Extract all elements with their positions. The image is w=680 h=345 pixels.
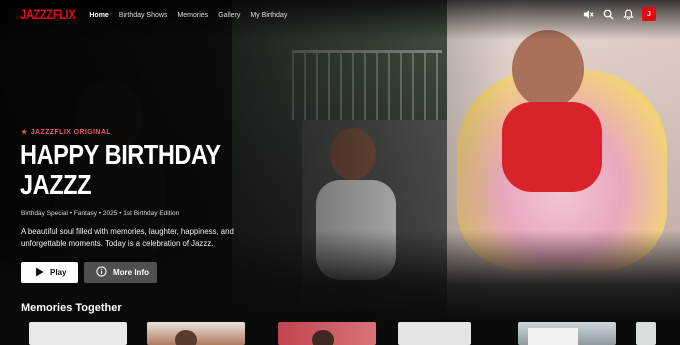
brand-logo[interactable]: JAZZZFLIX bbox=[20, 8, 76, 23]
original-badge-label: JAZZZFLIX ORIGINAL bbox=[30, 128, 111, 136]
nav-link-my-birthday[interactable]: My Birthday bbox=[250, 12, 287, 19]
hero-meta: Birthday Special • Fantasy • 2025 • 1st … bbox=[21, 210, 180, 217]
original-badge: ★ JAZZZFLIX ORIGINAL bbox=[21, 128, 111, 137]
info-icon bbox=[96, 266, 107, 279]
hero-title-line-1: HAPPY BIRTHDAY bbox=[20, 139, 221, 170]
play-button[interactable]: Play bbox=[21, 262, 78, 283]
hero-title: HAPPY BIRTHDAY JAZZZ bbox=[20, 140, 222, 200]
volume-mute-icon[interactable] bbox=[582, 8, 594, 20]
more-info-button[interactable]: More Info bbox=[84, 262, 157, 283]
bell-icon[interactable] bbox=[622, 8, 634, 20]
memory-thumbnail[interactable] bbox=[398, 322, 471, 345]
hero-title-line-2: JAZZZ bbox=[20, 169, 92, 200]
memory-thumbnail[interactable] bbox=[29, 322, 127, 345]
memory-thumbnail[interactable] bbox=[518, 322, 616, 345]
nav-actions: J bbox=[582, 7, 656, 21]
memory-thumbnail[interactable] bbox=[636, 322, 656, 345]
nav-link-gallery[interactable]: Gallery bbox=[218, 12, 240, 19]
star-icon: ★ bbox=[21, 129, 28, 136]
nav-link-memories[interactable]: Memories bbox=[177, 12, 208, 19]
memory-thumbnail[interactable] bbox=[278, 322, 376, 345]
hero-description: A beautiful soul filled with memories, l… bbox=[21, 227, 234, 248]
more-info-label: More Info bbox=[113, 268, 149, 277]
nav-link-birthday-shows[interactable]: Birthday Shows bbox=[119, 12, 168, 19]
top-nav: JAZZZFLIX Home Birthday Shows Memories G… bbox=[0, 0, 680, 30]
nav-link-home[interactable]: Home bbox=[89, 12, 108, 19]
memory-thumbnail[interactable] bbox=[147, 322, 245, 345]
search-icon[interactable] bbox=[602, 8, 614, 20]
play-button-label: Play bbox=[50, 268, 67, 277]
row-title: Memories Together bbox=[21, 302, 122, 314]
play-icon bbox=[35, 267, 44, 279]
profile-avatar[interactable]: J bbox=[642, 7, 656, 21]
nav-links: Home Birthday Shows Memories Gallery My … bbox=[89, 12, 287, 19]
